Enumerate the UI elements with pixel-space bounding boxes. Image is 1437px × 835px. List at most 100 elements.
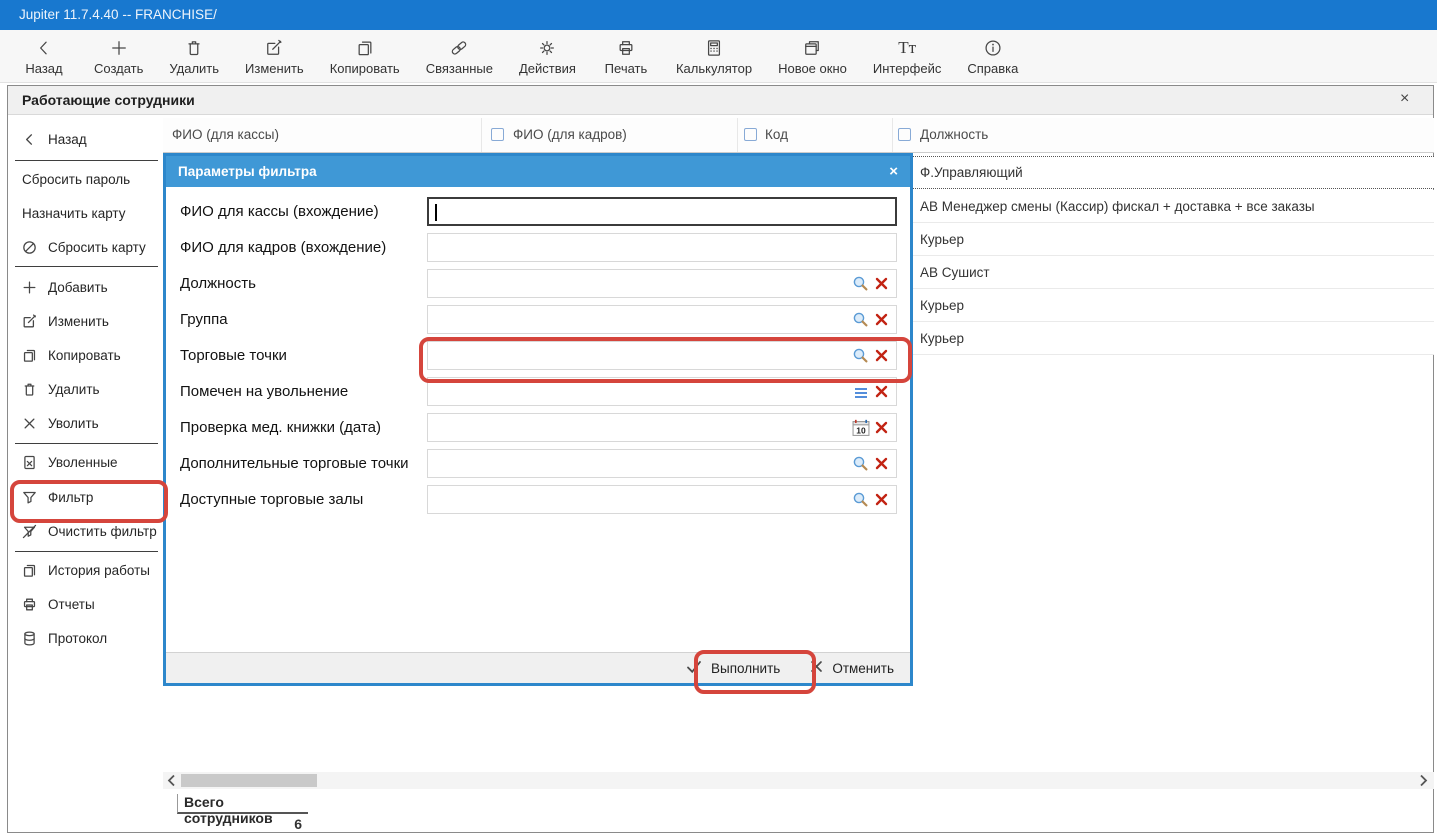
toolbar-button-back[interactable]: Назад: [20, 37, 68, 76]
column-header-code[interactable]: Код: [765, 127, 788, 142]
trade-points-lookup-input[interactable]: [432, 344, 836, 368]
sidebar-item-copy[interactable]: Копировать: [20, 342, 121, 368]
position-lookup[interactable]: [427, 269, 897, 298]
filter-field-fio-hr: ФИО для кадров (вхождение): [166, 233, 910, 263]
field-label: Доступные торговые залы: [180, 485, 363, 515]
panel-close-icon[interactable]: ×: [1400, 90, 1409, 108]
search-icon[interactable]: [852, 491, 869, 513]
sidebar-item-label: Протокол: [48, 631, 107, 646]
filter-field-fio-cash: ФИО для кассы (вхождение): [166, 197, 910, 227]
sidebar-item-delete[interactable]: Удалить: [20, 376, 100, 402]
sidebar-item-back[interactable]: Назад: [20, 126, 87, 152]
dialog-execute-button[interactable]: Выполнить: [686, 660, 780, 677]
search-icon[interactable]: [852, 347, 869, 369]
cell-position: АВ Сушист: [920, 265, 990, 280]
sidebar-item-reset-password[interactable]: Сбросить пароль: [22, 166, 130, 192]
toolbar-button-edit[interactable]: Изменить: [245, 37, 304, 76]
toolbar-button-copy[interactable]: Копировать: [330, 37, 400, 76]
column-checkbox[interactable]: [744, 128, 757, 141]
field-label: Проверка мед. книжки (дата): [180, 413, 381, 443]
panel-title-bar: [8, 86, 1433, 115]
available-halls-lookup[interactable]: [427, 485, 897, 514]
search-icon[interactable]: [852, 275, 869, 297]
toolbar-button-new-window[interactable]: Новое окно: [778, 37, 847, 76]
calendar-icon[interactable]: 10: [852, 419, 870, 442]
position-lookup-input[interactable]: [432, 272, 836, 296]
total-employees-value: 6: [177, 816, 302, 832]
horizontal-scrollbar[interactable]: [163, 772, 1434, 789]
clear-icon[interactable]: [875, 493, 888, 511]
toolbar-button-related[interactable]: Связанные: [426, 37, 493, 76]
scroll-right-icon[interactable]: [1419, 774, 1428, 792]
sidebar-item-label: Уволить: [48, 416, 99, 431]
sidebar-item-reset-card[interactable]: Сбросить карту: [20, 234, 146, 260]
available-halls-input[interactable]: [432, 488, 836, 512]
group-lookup[interactable]: [427, 305, 897, 334]
trade-points-lookup[interactable]: [427, 341, 897, 370]
extra-trade-points-lookup[interactable]: [427, 449, 897, 478]
dialog-cancel-button[interactable]: Отменить: [810, 660, 894, 676]
clear-icon[interactable]: [875, 349, 888, 367]
fio-cash-input[interactable]: [433, 201, 837, 225]
extra-trade-points-input[interactable]: [432, 452, 836, 476]
toolbar-button-actions[interactable]: Действия: [519, 37, 576, 76]
fio-cash-input[interactable]: [427, 197, 897, 226]
sidebar-item-work-history[interactable]: История работы: [20, 557, 150, 583]
sidebar-item-clear-filter[interactable]: Очистить фильтр: [20, 518, 157, 544]
total-employees-label: Всего сотрудников: [177, 794, 308, 814]
sidebar-item-label: Удалить: [48, 382, 100, 397]
text-format-icon: Tт: [898, 37, 916, 59]
dialog-close-icon[interactable]: ×: [889, 163, 898, 180]
toolbar-button-create[interactable]: Создать: [94, 37, 143, 76]
scrollbar-thumb[interactable]: [181, 774, 317, 787]
group-lookup-input[interactable]: [432, 308, 836, 332]
fio-hr-input[interactable]: [432, 236, 836, 260]
main-toolbar: Назад Создать Удалить Изменить Копироват…: [0, 30, 1437, 83]
toolbar-label: Связанные: [426, 61, 493, 76]
sidebar-item-dismiss[interactable]: Уволить: [20, 410, 99, 436]
cancel-button-label: Отменить: [832, 661, 894, 676]
column-checkbox[interactable]: [898, 128, 911, 141]
sidebar-item-dismissed[interactable]: Уволенные: [20, 449, 118, 475]
toolbar-button-print[interactable]: Печать: [602, 37, 650, 76]
toolbar-label: Удалить: [169, 61, 219, 76]
sidebar-item-label: Копировать: [48, 348, 121, 363]
sidebar-item-edit[interactable]: Изменить: [20, 308, 109, 334]
column-checkbox[interactable]: [491, 128, 504, 141]
dialog-title: Параметры фильтра: [178, 164, 889, 179]
toolbar-label: Изменить: [245, 61, 304, 76]
toolbar-button-delete[interactable]: Удалить: [169, 37, 219, 76]
sidebar-item-label: Назначить карту: [22, 206, 126, 221]
scroll-left-icon[interactable]: [167, 774, 176, 792]
marked-dismissal-select[interactable]: [427, 377, 897, 406]
dialog-titlebar[interactable]: Параметры фильтра ×: [166, 156, 910, 187]
med-book-date-text[interactable]: [432, 416, 836, 440]
marked-dismissal-input[interactable]: [432, 380, 836, 404]
search-icon[interactable]: [852, 311, 869, 333]
clear-icon[interactable]: [875, 457, 888, 475]
list-icon[interactable]: [854, 386, 868, 404]
column-header-fio-cash[interactable]: ФИО (для кассы): [172, 127, 279, 142]
window-titlebar: Jupiter 11.7.4.40 -- FRANCHISE/: [0, 0, 1437, 30]
filter-dialog: Параметры фильтра × ФИО для кассы (вхожд…: [163, 153, 913, 686]
sidebar-item-protocol[interactable]: Протокол: [20, 625, 107, 651]
clear-icon[interactable]: [875, 277, 888, 295]
trash-icon: [184, 37, 204, 59]
fio-hr-input[interactable]: [427, 233, 897, 262]
sidebar-item-reports[interactable]: Отчеты: [20, 591, 95, 617]
sidebar-item-add[interactable]: Добавить: [20, 274, 108, 300]
sidebar-item-assign-card[interactable]: Назначить карту: [22, 200, 126, 226]
toolbar-label: Печать: [605, 61, 648, 76]
clear-icon[interactable]: [875, 313, 888, 331]
toolbar-button-help[interactable]: Справка: [967, 37, 1018, 76]
sidebar-item-filter[interactable]: Фильтр: [20, 484, 93, 510]
med-book-date-input[interactable]: 10: [427, 413, 897, 442]
column-header-position[interactable]: Должность: [920, 127, 988, 142]
toolbar-button-interface[interactable]: Tт Интерфейс: [873, 37, 941, 76]
toolbar-button-calculator[interactable]: Калькулятор: [676, 37, 752, 76]
plus-icon: [109, 37, 129, 59]
clear-icon[interactable]: [875, 421, 888, 439]
search-icon[interactable]: [852, 455, 869, 477]
clear-icon[interactable]: [875, 385, 888, 403]
column-header-fio-hr[interactable]: ФИО (для кадров): [513, 127, 627, 142]
